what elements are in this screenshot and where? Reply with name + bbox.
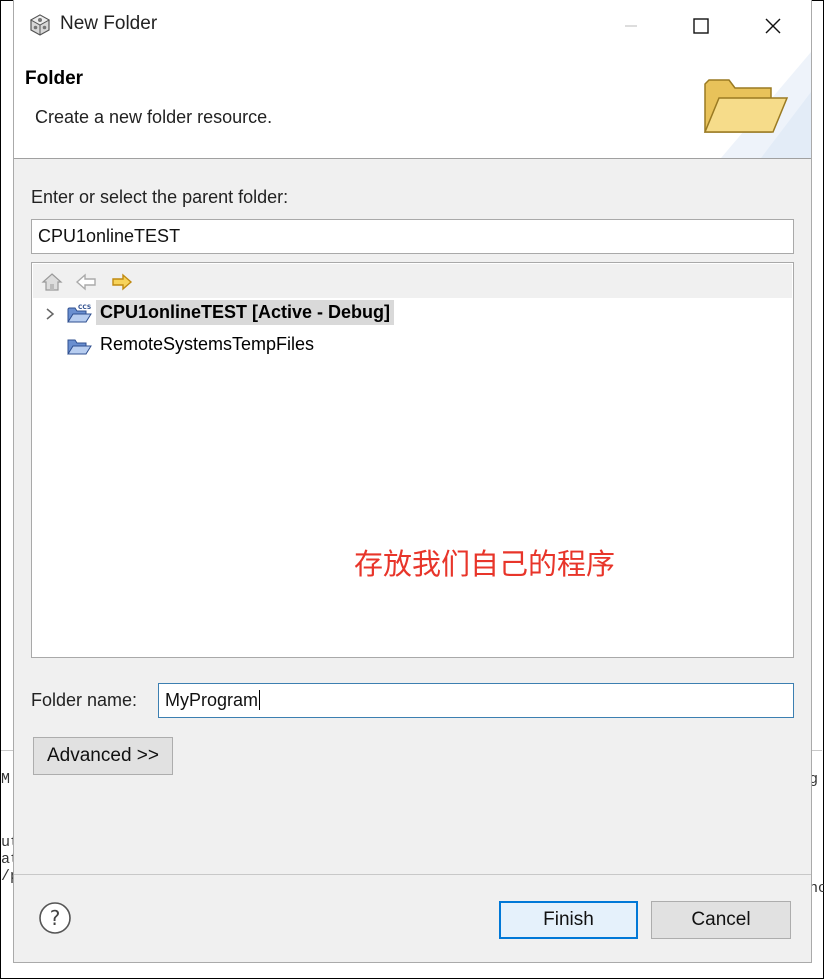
tree-item-label: CPU1onlineTEST [Active - Debug] xyxy=(96,300,395,325)
parent-folder-label: Enter or select the parent folder: xyxy=(31,187,289,207)
minimize-button[interactable] xyxy=(596,0,666,52)
svg-text:CCS: CCS xyxy=(78,304,91,311)
maximize-button[interactable] xyxy=(666,0,736,52)
back-arrow-icon[interactable] xyxy=(75,272,97,292)
folder-name-input[interactable]: MyProgram xyxy=(158,683,794,718)
new-folder-dialog: New Folder Folder Create a new folder re… xyxy=(13,0,812,963)
banner-description: Create a new folder resource. xyxy=(35,107,273,127)
folder-name-value: MyProgram xyxy=(165,690,259,710)
folder-name-label: Folder name: xyxy=(31,690,138,710)
tree-item-cpu1onlinetest[interactable]: CCS CPU1onlineTEST [Active - Debug] xyxy=(32,299,793,329)
text-caret xyxy=(259,690,261,710)
header-banner: Folder Create a new folder resource. xyxy=(14,52,811,159)
close-icon xyxy=(765,18,781,34)
finish-button[interactable]: Finish xyxy=(499,901,638,939)
parent-folder-value: CPU1onlineTEST xyxy=(38,226,181,246)
cancel-button[interactable]: Cancel xyxy=(651,901,791,939)
tree-item-label: RemoteSystemsTempFiles xyxy=(100,334,315,354)
minimize-icon xyxy=(625,25,637,27)
tree-item-remotesystemstempfiles[interactable]: RemoteSystemsTempFiles xyxy=(32,331,793,361)
folder-tree[interactable]: CCS CPU1onlineTEST [Active - Debug] Remo… xyxy=(31,262,794,658)
footer-separator xyxy=(14,874,811,875)
home-icon[interactable] xyxy=(41,272,63,292)
svg-text:?: ? xyxy=(50,906,61,930)
parent-folder-input[interactable]: CPU1onlineTEST xyxy=(31,219,794,254)
help-icon[interactable]: ? xyxy=(38,901,72,935)
tree-toolbar xyxy=(33,264,792,298)
folder-wizard-icon xyxy=(703,79,789,133)
open-folder-icon xyxy=(67,339,92,355)
banner-title: Folder xyxy=(25,68,84,89)
maximize-icon xyxy=(693,18,709,34)
background-text-left: M xyxy=(1,771,11,788)
title-bar: New Folder xyxy=(14,0,811,52)
gear-cube-icon xyxy=(29,14,51,36)
chevron-right-icon[interactable] xyxy=(44,306,56,322)
annotation-text: 存放我们自己的程序 xyxy=(354,547,616,581)
forward-arrow-icon[interactable] xyxy=(111,272,133,292)
ccs-project-folder-icon: CCS xyxy=(67,304,92,323)
advanced-button[interactable]: Advanced >> xyxy=(33,737,173,775)
close-button[interactable] xyxy=(738,0,808,52)
window-title: New Folder xyxy=(60,13,158,34)
